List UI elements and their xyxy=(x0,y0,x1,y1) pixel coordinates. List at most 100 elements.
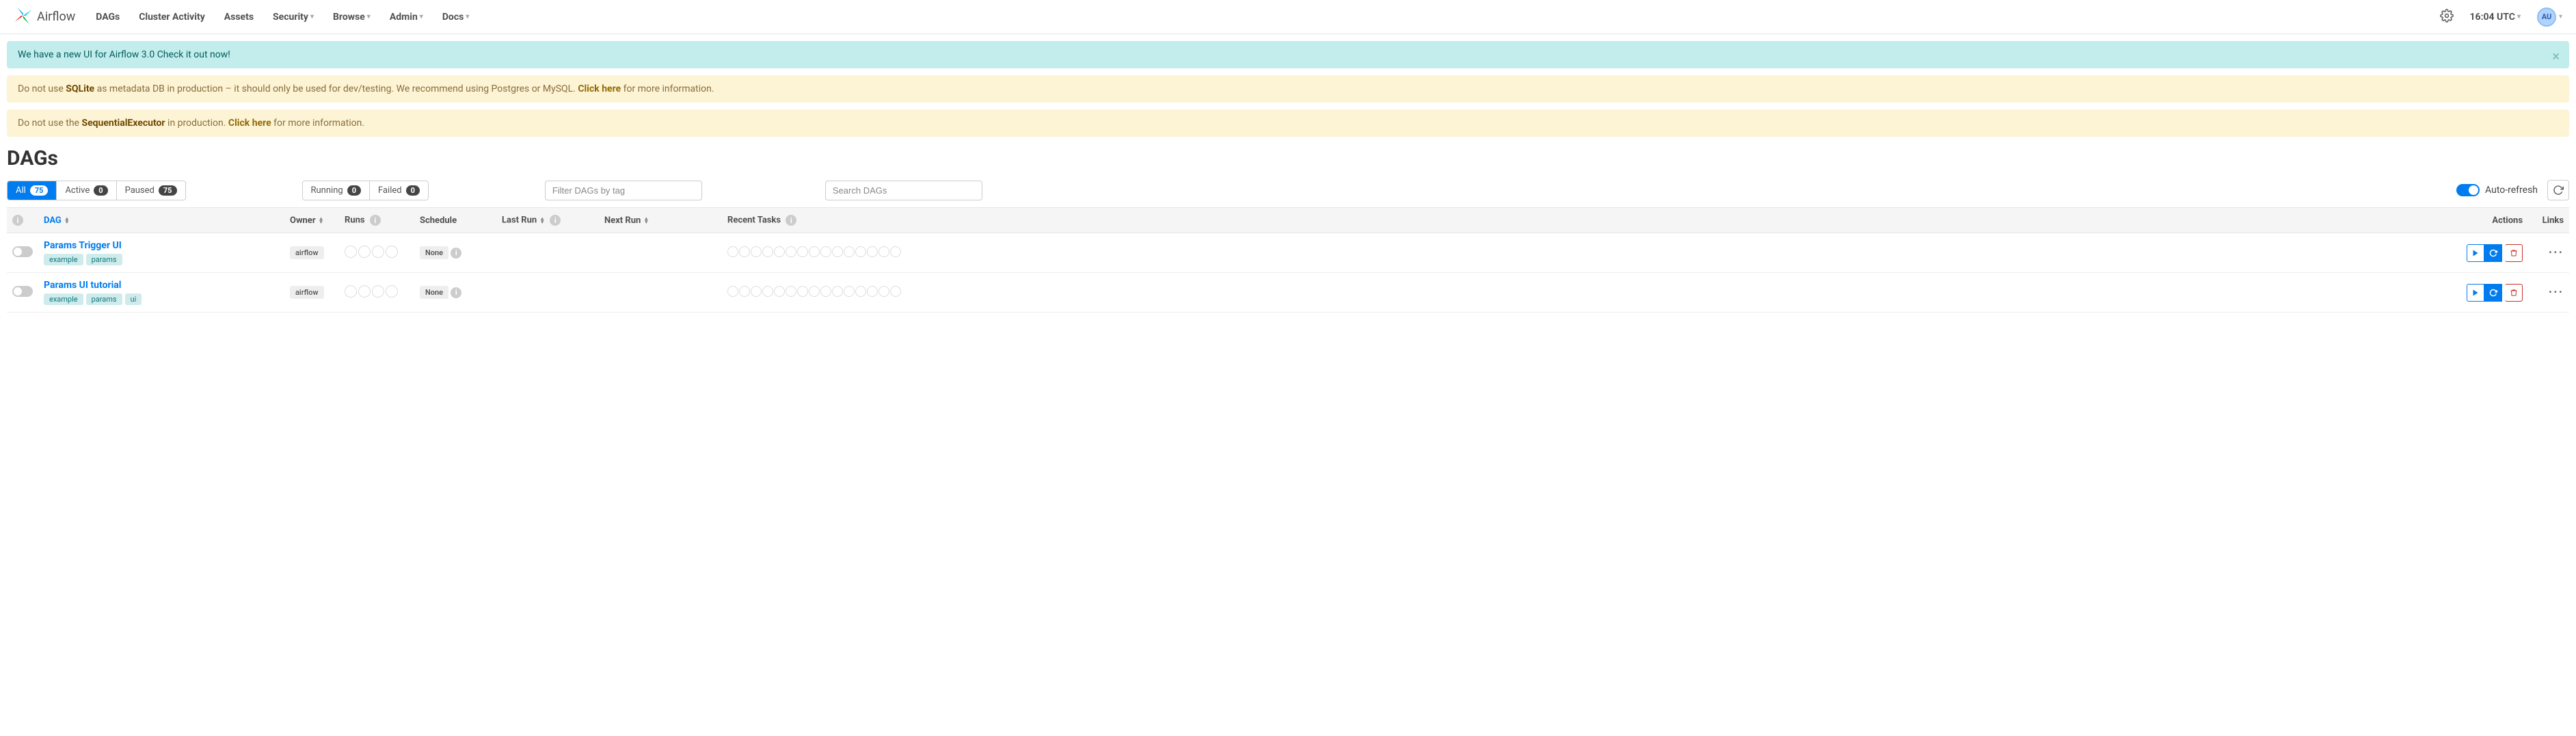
close-icon[interactable]: × xyxy=(2552,48,2560,64)
pause-toggle[interactable] xyxy=(12,246,33,257)
pause-toggle[interactable] xyxy=(12,286,33,297)
task-circle[interactable] xyxy=(727,286,738,297)
tag-filter-input[interactable] xyxy=(545,181,702,200)
task-circle[interactable] xyxy=(832,246,843,257)
schedule-badge[interactable]: None xyxy=(420,246,448,259)
filter-all[interactable]: All75 xyxy=(8,181,56,200)
trigger-button[interactable] xyxy=(2467,284,2484,302)
run-circle[interactable] xyxy=(358,285,371,298)
run-circle[interactable] xyxy=(386,285,398,298)
task-circle[interactable] xyxy=(890,286,901,297)
dag-tag[interactable]: example xyxy=(44,254,83,265)
task-circle[interactable] xyxy=(751,246,762,257)
task-circle[interactable] xyxy=(809,286,820,297)
task-circle[interactable] xyxy=(786,246,796,257)
task-circle[interactable] xyxy=(855,246,866,257)
search-dags-input[interactable] xyxy=(825,181,982,200)
brand[interactable]: Airflow xyxy=(14,6,75,28)
dag-tag[interactable]: ui xyxy=(125,293,142,305)
nav-cluster-activity[interactable]: Cluster Activity xyxy=(139,12,205,23)
run-circle[interactable] xyxy=(372,246,384,258)
task-circle[interactable] xyxy=(739,286,750,297)
nav-dags[interactable]: DAGs xyxy=(96,12,120,23)
alerts: We have a new UI for Airflow 3.0 Check i… xyxy=(0,34,2576,144)
filter-paused[interactable]: Paused75 xyxy=(116,181,185,200)
dag-tag[interactable]: params xyxy=(86,293,122,305)
col-next-run[interactable]: Next Run xyxy=(604,215,641,226)
task-circle[interactable] xyxy=(797,246,808,257)
task-circle[interactable] xyxy=(890,246,901,257)
task-circle[interactable] xyxy=(844,286,855,297)
task-circle[interactable] xyxy=(855,286,866,297)
task-circle[interactable] xyxy=(739,246,750,257)
col-owner[interactable]: Owner xyxy=(290,215,316,226)
col-last-run[interactable]: Last Run xyxy=(502,215,537,225)
refresh-button[interactable] xyxy=(2547,180,2569,200)
nav-admin[interactable]: Admin▾ xyxy=(390,12,423,23)
links-menu[interactable]: ··· xyxy=(2549,285,2564,300)
sort-icon[interactable]: ▲▼ xyxy=(319,217,324,224)
gear-icon[interactable] xyxy=(2440,9,2454,25)
col-dag[interactable]: DAG xyxy=(44,215,62,226)
task-circle[interactable] xyxy=(797,286,808,297)
recent-circles xyxy=(727,246,901,257)
task-circle[interactable] xyxy=(774,286,785,297)
col-links: Links xyxy=(2543,215,2564,226)
info-icon[interactable]: i xyxy=(786,215,796,226)
task-circle[interactable] xyxy=(786,286,796,297)
nav-security[interactable]: Security▾ xyxy=(273,12,314,23)
dag-tag[interactable]: params xyxy=(86,254,122,265)
filter-running[interactable]: Running0 xyxy=(303,181,370,200)
nav-assets[interactable]: Assets xyxy=(224,12,254,23)
task-circle[interactable] xyxy=(878,246,889,257)
nav-docs[interactable]: Docs▾ xyxy=(442,12,470,23)
refresh-dag-button[interactable] xyxy=(2484,284,2502,302)
task-circle[interactable] xyxy=(751,286,762,297)
trigger-button[interactable] xyxy=(2467,244,2484,262)
sort-icon[interactable]: ▲▼ xyxy=(64,217,70,224)
links-menu[interactable]: ··· xyxy=(2549,246,2564,260)
alert-link[interactable]: Click here xyxy=(228,118,271,129)
user-menu[interactable]: AU ▾ xyxy=(2537,8,2562,27)
task-circle[interactable] xyxy=(832,286,843,297)
info-icon[interactable]: i xyxy=(451,248,461,259)
task-circle[interactable] xyxy=(774,246,785,257)
owner-badge[interactable]: airflow xyxy=(290,246,324,259)
run-circle[interactable] xyxy=(358,246,371,258)
delete-button[interactable] xyxy=(2505,284,2523,302)
sort-icon[interactable]: ▲▼ xyxy=(539,217,545,224)
task-circle[interactable] xyxy=(867,246,878,257)
task-circle[interactable] xyxy=(844,246,855,257)
col-schedule: Schedule xyxy=(420,215,457,226)
info-icon[interactable]: i xyxy=(370,215,381,226)
run-circle[interactable] xyxy=(345,285,357,298)
task-circle[interactable] xyxy=(727,246,738,257)
run-circle[interactable] xyxy=(386,246,398,258)
clock[interactable]: 16:04 UTC▾ xyxy=(2470,12,2521,23)
run-circle[interactable] xyxy=(345,246,357,258)
task-circle[interactable] xyxy=(809,246,820,257)
info-icon[interactable]: i xyxy=(550,215,561,226)
task-circle[interactable] xyxy=(878,286,889,297)
refresh-dag-button[interactable] xyxy=(2484,244,2502,262)
task-circle[interactable] xyxy=(762,286,773,297)
task-circle[interactable] xyxy=(762,246,773,257)
schedule-badge[interactable]: None xyxy=(420,286,448,299)
nav-browse[interactable]: Browse▾ xyxy=(333,12,371,23)
alert-link[interactable]: Click here xyxy=(578,83,621,94)
info-icon[interactable]: i xyxy=(451,287,461,298)
delete-button[interactable] xyxy=(2505,244,2523,262)
chevron-down-icon: ▾ xyxy=(2559,13,2562,21)
filter-failed[interactable]: Failed0 xyxy=(369,181,428,200)
dag-link[interactable]: Params Trigger UI xyxy=(44,240,122,251)
dag-link[interactable]: Params UI tutorial xyxy=(44,280,122,291)
dag-tag[interactable]: example xyxy=(44,293,83,305)
filter-active[interactable]: Active0 xyxy=(56,181,116,200)
task-circle[interactable] xyxy=(867,286,878,297)
task-circle[interactable] xyxy=(820,246,831,257)
owner-badge[interactable]: airflow xyxy=(290,286,324,299)
task-circle[interactable] xyxy=(820,286,831,297)
run-circle[interactable] xyxy=(372,285,384,298)
sort-icon[interactable]: ▲▼ xyxy=(643,217,649,224)
autorefresh-toggle[interactable] xyxy=(2456,184,2480,196)
